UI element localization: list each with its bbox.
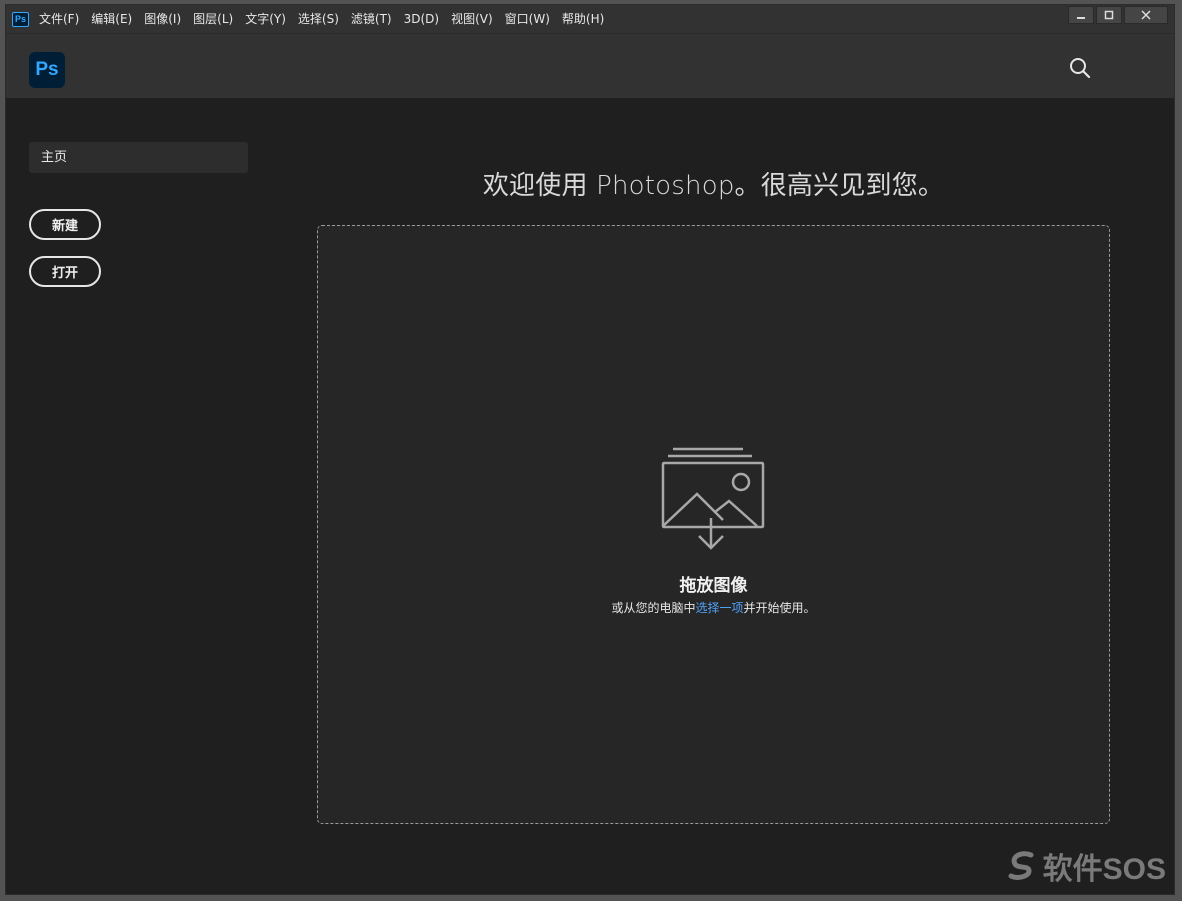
open-button[interactable]: 打开 [29, 256, 101, 287]
menu-type[interactable]: 文字(Y) [245, 5, 292, 33]
search-icon[interactable] [1068, 56, 1092, 80]
drop-sub-prefix: 或从您的电脑中 [611, 601, 696, 615]
menu-select[interactable]: 选择(S) [298, 5, 345, 33]
drop-subtitle: 或从您的电脑中选择一项并开始使用。 [318, 599, 1109, 616]
menu-file[interactable]: 文件(F) [39, 5, 85, 33]
menu-filter[interactable]: 滤镜(T) [351, 5, 398, 33]
watermark: 软件SOS [1005, 844, 1166, 888]
sidebar-item-home[interactable]: 主页 [29, 142, 248, 173]
menu-window[interactable]: 窗口(W) [505, 5, 556, 33]
menu-help[interactable]: 帮助(H) [562, 5, 610, 33]
select-file-link[interactable]: 选择一项 [695, 601, 743, 615]
minimize-button[interactable] [1068, 6, 1094, 24]
app-header: Ps [6, 33, 1174, 98]
ps-logo[interactable]: Ps [29, 52, 65, 88]
menubar: Ps 文件(F) 编辑(E) 图像(I) 图层(L) 文字(Y) 选择(S) 滤… [6, 5, 1174, 33]
drop-title: 拖放图像 [679, 576, 748, 596]
menu-image[interactable]: 图像(I) [144, 5, 187, 33]
maximize-icon [1104, 10, 1114, 20]
menu-layer[interactable]: 图层(L) [193, 5, 239, 33]
maximize-button[interactable] [1096, 6, 1122, 24]
watermark-logo-icon [1008, 851, 1034, 880]
photoshop-window: Ps 文件(F) 编辑(E) 图像(I) 图层(L) 文字(Y) 选择(S) 滤… [5, 4, 1175, 895]
window-controls [1068, 6, 1168, 24]
close-icon [1141, 10, 1151, 20]
new-button[interactable]: 新建 [29, 209, 101, 240]
drop-zone[interactable]: 拖放图像 或从您的电脑中选择一项并开始使用。 [317, 225, 1110, 824]
minimize-icon [1077, 17, 1085, 19]
menu-3d[interactable]: 3D(D) [404, 5, 445, 33]
welcome-title: 欢迎使用 Photoshop。很高兴见到您。 [482, 171, 945, 201]
close-button[interactable] [1124, 6, 1168, 24]
ps-app-icon[interactable]: Ps [12, 11, 29, 27]
menu-edit[interactable]: 编辑(E) [91, 5, 138, 33]
menu-view[interactable]: 视图(V) [451, 5, 499, 33]
drop-image-icon [661, 447, 765, 550]
drop-sub-suffix: 并开始使用。 [743, 601, 816, 615]
watermark-text: 软件SOS [1042, 853, 1166, 886]
